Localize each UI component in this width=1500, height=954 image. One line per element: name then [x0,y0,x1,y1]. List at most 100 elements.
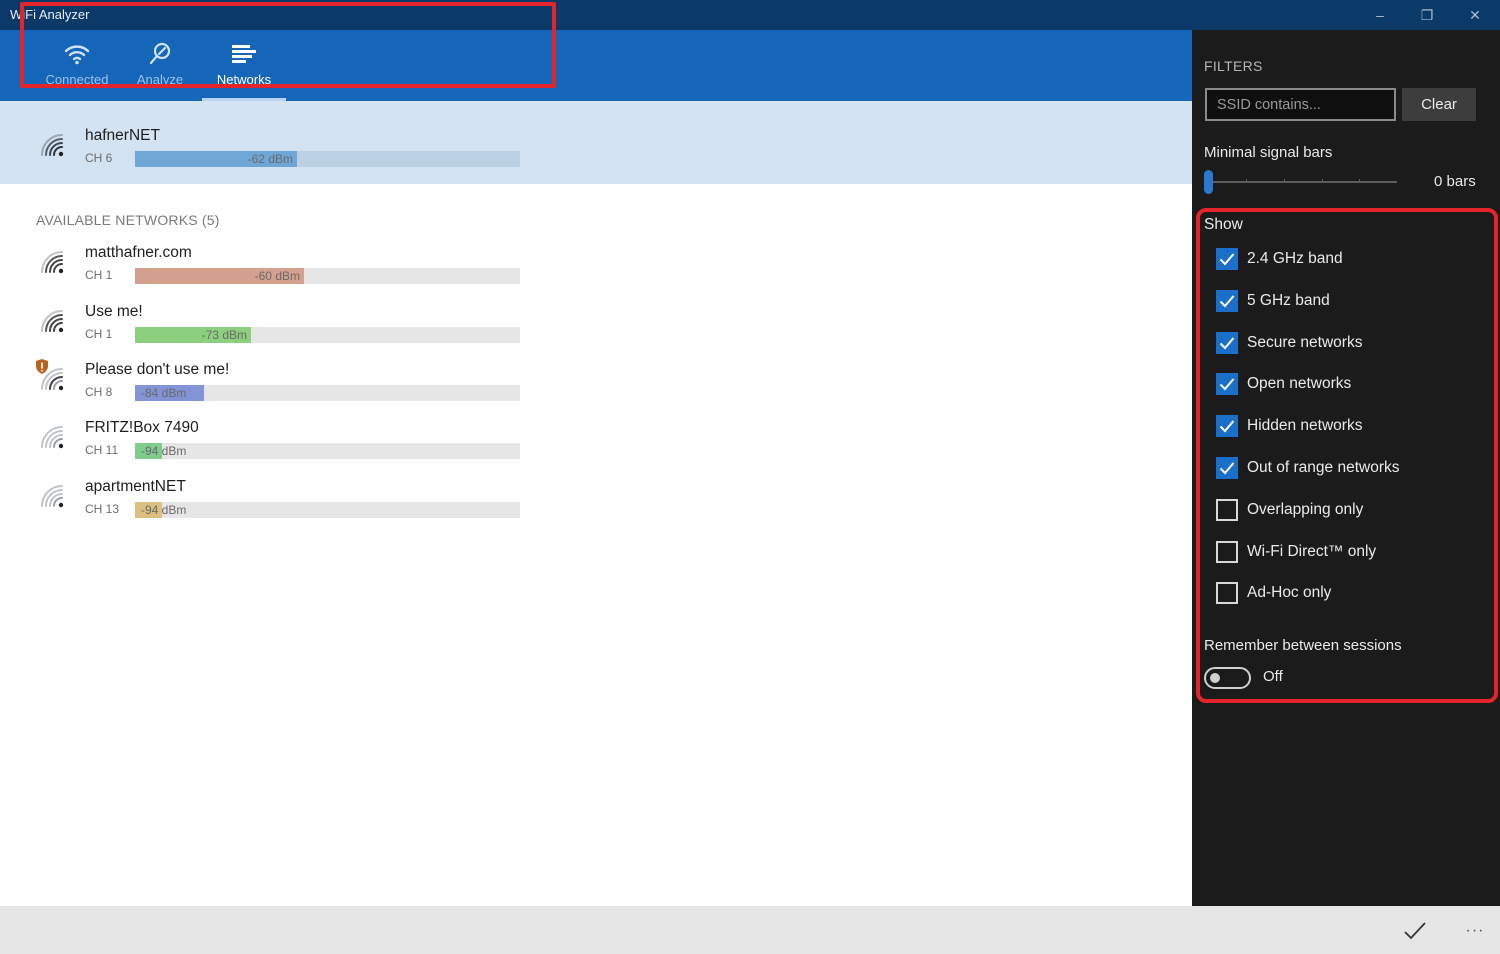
network-ssid: hafnerNET [85,127,160,144]
network-list-item[interactable]: Use me! CH 1 -73 dBm [0,303,560,359]
checkbox-label: Open networks [1247,375,1352,393]
minimize-button[interactable]: – [1357,0,1403,30]
checkbox-box[interactable] [1216,457,1238,479]
network-ssid: Please don't use me! [85,361,230,378]
signal-bar: -84 dBm [135,385,520,401]
more-options-button[interactable]: ··· [1460,916,1490,946]
filter-checkbox[interactable]: 2.4 GHz band [1216,247,1343,271]
checkmark-icon [1219,295,1235,308]
maximize-button[interactable]: ❐ [1404,0,1450,30]
filter-checkbox[interactable]: Overlapping only [1216,498,1363,522]
checkbox-label: Hidden networks [1247,417,1363,435]
wifi-signal-icon [41,485,64,508]
checkbox-box[interactable] [1216,582,1238,605]
network-channel: CH 1 [85,268,113,282]
connected-network-row[interactable]: hafnerNET CH 6 -62 dBm [0,101,1192,184]
checkbox-label: Wi-Fi Direct™ only [1247,542,1377,560]
min-signal-bars-slider-track[interactable] [1209,179,1397,183]
network-list-item[interactable]: FRITZ!Box 7490 CH 11 -94 dBm [0,419,560,475]
connected-network[interactable]: hafnerNET CH 6 -62 dBm [0,127,560,183]
signal-strength: -84 dBm [141,386,187,400]
signal-strength: -60 dBm [254,269,300,283]
network-channel: CH 8 [85,385,113,399]
checkmark-icon [1404,922,1426,940]
network-list: hafnerNET CH 6 -62 dBm AVAILABLE NETWORK… [0,101,1192,906]
minimize-icon: – [1376,7,1384,23]
slider-tick [1246,179,1247,183]
min-signal-bars-value: 0 bars [1434,173,1476,190]
signal-strength: -73 dBm [201,328,247,342]
nav-bar: Connected Analyze Networks [0,30,1192,101]
checkbox-box[interactable] [1216,331,1238,354]
signal-bar: -94 dBm [135,502,520,518]
magnifier-icon [148,42,172,66]
checkbox-label: Secure networks [1247,333,1363,351]
network-channel: CH 1 [85,327,113,341]
network-ssid: FRITZ!Box 7490 [85,419,199,436]
checkbox-box[interactable] [1216,289,1238,312]
min-signal-bars-slider-thumb[interactable] [1204,170,1213,194]
checkbox-label: 5 GHz band [1247,291,1330,309]
app-window: WiFi Analyzer – ❐ ✕ Connected Analyze Ne… [0,0,1500,954]
tab-label: Analyze [136,72,184,87]
close-icon: ✕ [1469,6,1481,23]
slider-tick [1359,179,1360,183]
maximize-icon: ❐ [1420,6,1434,23]
filter-checkbox[interactable]: 5 GHz band [1216,289,1330,313]
show-label: Show [1204,216,1243,233]
slider-tick [1284,179,1285,183]
filter-checkbox[interactable]: Out of range networks [1216,456,1400,480]
network-ssid: apartmentNET [85,478,186,495]
slider-tick [1322,179,1323,183]
filters-pane: FILTERS Clear Minimal signal bars 0 bars… [1192,30,1500,906]
wifi-signal-icon [41,368,64,391]
tab-label: Networks [216,72,272,87]
window-title: WiFi Analyzer [10,7,90,22]
filter-checkbox[interactable]: Ad-Hoc only [1216,581,1331,605]
remember-sessions-toggle[interactable] [1204,667,1251,689]
title-bar: WiFi Analyzer – ❐ ✕ [0,0,1500,30]
filters-heading: FILTERS [1204,58,1263,74]
clear-button[interactable]: Clear [1402,88,1476,121]
tab-networks[interactable]: Networks [202,30,286,101]
close-button[interactable]: ✕ [1452,0,1498,30]
network-list-item[interactable]: apartmentNET CH 13 -94 dBm [0,478,560,534]
network-channel: CH 13 [85,502,120,516]
list-icon [231,42,257,66]
remember-sessions-state: Off [1263,668,1283,685]
bottom-app-bar: ··· [0,906,1500,954]
checkbox-label: Out of range networks [1247,459,1400,476]
checkbox-label: 2.4 GHz band [1247,250,1343,267]
wifi-signal-icon [41,134,64,157]
filter-checkbox[interactable]: Wi-Fi Direct™ only [1216,540,1376,564]
filter-checkbox[interactable]: Hidden networks [1216,414,1362,438]
wifi-icon [64,42,90,66]
tab-analyze[interactable]: Analyze [128,30,192,101]
accept-button[interactable] [1400,916,1430,946]
checkmark-icon [1219,378,1235,391]
available-networks-header: AVAILABLE NETWORKS (5) [36,212,220,228]
filter-checkbox[interactable]: Open networks [1216,372,1351,396]
checkmark-icon [1219,420,1235,433]
signal-strength: -94 dBm [141,503,187,517]
checkbox-box[interactable] [1216,415,1238,438]
checkbox-box[interactable] [1216,498,1238,521]
min-signal-bars-label: Minimal signal bars [1204,144,1333,161]
network-channel: CH 6 [85,151,113,165]
network-list-item[interactable]: matthafner.com CH 1 -60 dBm [0,244,560,300]
network-list-item[interactable]: Please don't use me! CH 8 -84 dBm [0,359,560,417]
checkbox-box[interactable] [1216,248,1238,270]
checkbox-box[interactable] [1216,373,1238,396]
signal-strength: -94 dBm [141,444,187,458]
signal-strength: -62 dBm [247,152,293,166]
checkmark-icon [1219,462,1235,475]
checkbox-label: Overlapping only [1247,500,1364,518]
network-ssid: Use me! [85,303,143,320]
checkbox-box[interactable] [1216,540,1238,563]
signal-bar: -94 dBm [135,443,520,459]
tab-connected[interactable]: Connected [40,30,114,101]
wifi-signal-icon [41,310,64,333]
ssid-filter-input[interactable] [1205,88,1396,121]
filter-checkbox[interactable]: Secure networks [1216,331,1362,355]
checkbox-label: Ad-Hoc only [1247,584,1332,602]
